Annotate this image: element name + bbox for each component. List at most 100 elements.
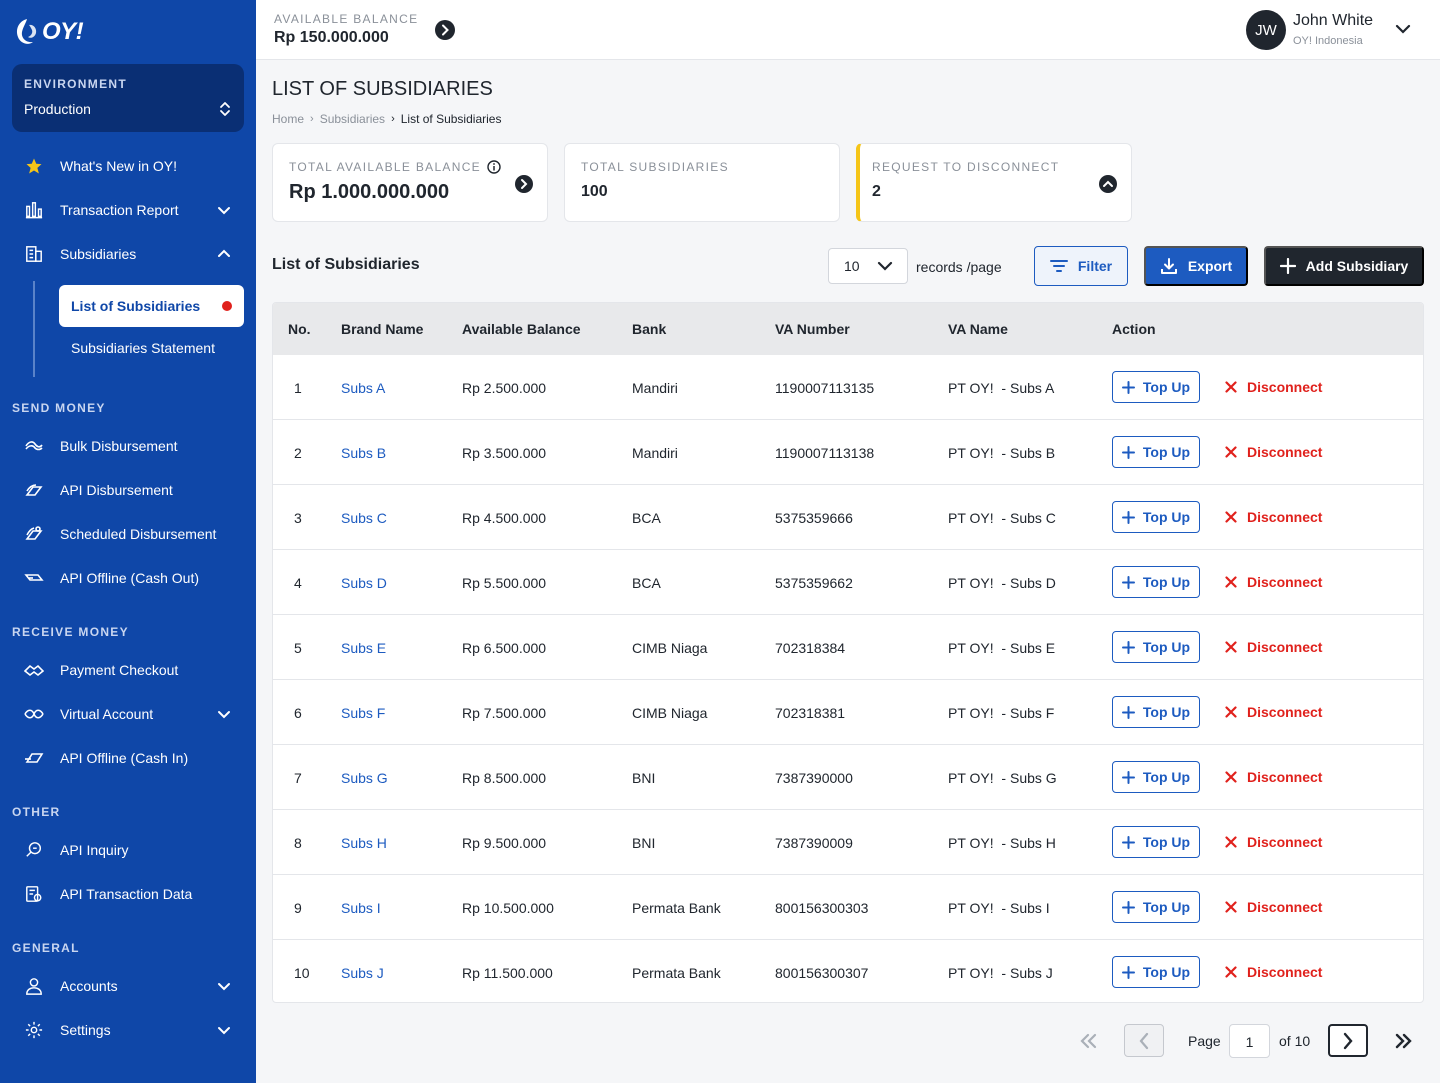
chevron-right-icon: › (310, 113, 314, 125)
table-row: 8 Subs H Rp 9.500.000 BNI 7387390009 PT OY! -… (273, 810, 1423, 875)
brand-name-link[interactable]: Subs I (341, 900, 381, 916)
brand-name-link[interactable]: Subs B (341, 445, 386, 461)
arrow-right-circle-icon[interactable] (435, 20, 455, 40)
plus-icon (1121, 770, 1135, 784)
sidebar-item-label: Subsidiaries (60, 246, 137, 262)
sidebar-item-api-disbursement[interactable]: API Disbursement (0, 468, 256, 512)
top-up-button[interactable]: Top Up (1112, 761, 1200, 793)
sidebar-item-transaction-report[interactable]: Transaction Report (0, 188, 256, 232)
breadcrumb-home[interactable]: Home (272, 112, 304, 126)
sidebar-item-scheduled-disbursement[interactable]: Scheduled Disbursement (0, 512, 256, 556)
add-subsidiary-button[interactable]: Add Subsidiary (1264, 246, 1424, 286)
brand-name-link[interactable]: Subs G (341, 770, 388, 786)
user-name: John White (1293, 12, 1374, 29)
va-name: PT OY! - Subs F (948, 705, 1055, 721)
filter-button-label: Filter (1077, 258, 1113, 274)
top-up-button[interactable]: Top Up (1112, 696, 1200, 728)
top-up-button[interactable]: Top Up (1112, 956, 1200, 988)
disconnect-label: Disconnect (1247, 769, 1323, 785)
sidebar-item-api-transaction-data[interactable]: API Transaction Data (0, 872, 256, 916)
disconnect-button[interactable]: Disconnect (1225, 379, 1322, 395)
close-icon (1225, 446, 1237, 458)
top-up-button[interactable]: Top Up (1112, 826, 1200, 858)
section-general: GENERAL (12, 941, 80, 955)
info-icon[interactable] (487, 160, 501, 174)
last-page-icon[interactable] (1394, 1031, 1414, 1051)
available-balance: Rp 8.500.000 (462, 770, 547, 786)
disconnect-label: Disconnect (1247, 639, 1323, 655)
sidebar-item-virtual-account[interactable]: Virtual Account (0, 692, 256, 736)
top-up-label: Top Up (1142, 444, 1191, 460)
sidebar-item-bulk-disbursement[interactable]: Bulk Disbursement (0, 424, 256, 468)
available-balance: Rp 5.500.000 (462, 575, 547, 591)
page-number-input[interactable]: 1 (1229, 1024, 1270, 1058)
top-up-button[interactable]: Top Up (1112, 436, 1200, 468)
sidebar-item-subsidiaries[interactable]: Subsidiaries (0, 232, 256, 276)
brand-name-link[interactable]: Subs D (341, 575, 387, 591)
top-up-label: Top Up (1142, 704, 1191, 720)
bank-name: BNI (632, 835, 656, 851)
brand-name-link[interactable]: Subs A (341, 380, 385, 396)
sidebar-item-api-inquiry[interactable]: API Inquiry (0, 828, 256, 872)
next-page-button[interactable] (1328, 1024, 1368, 1057)
filter-button[interactable]: Filter (1034, 246, 1128, 286)
brand-name-link[interactable]: Subs H (341, 835, 387, 851)
top-up-button[interactable]: Top Up (1112, 371, 1200, 403)
close-icon (1225, 381, 1237, 393)
plus-icon (1121, 380, 1135, 394)
brand-name-link[interactable]: Subs E (341, 640, 386, 656)
chevron-down-icon (218, 1027, 230, 1035)
sidebar-item-accounts[interactable]: Accounts (0, 964, 256, 1008)
column-header: Brand Name (341, 321, 424, 337)
disconnect-button[interactable]: Disconnect (1225, 444, 1322, 460)
disconnect-button[interactable]: Disconnect (1225, 834, 1322, 850)
disconnect-button[interactable]: Disconnect (1225, 899, 1322, 915)
top-up-button[interactable]: Top Up (1112, 631, 1200, 663)
breadcrumb-subsidiaries[interactable]: Subsidiaries (320, 112, 385, 126)
bank-name: CIMB Niaga (632, 705, 708, 721)
va-number: 702318381 (775, 705, 846, 721)
first-page-icon[interactable] (1078, 1031, 1098, 1051)
available-balance: Rp 4.500.000 (462, 510, 547, 526)
table-row: 2 Subs B Rp 3.500.000 Mandiri 1190007113138 P… (273, 420, 1423, 485)
va-number: 702318384 (775, 640, 846, 656)
brand-name-link[interactable]: Subs J (341, 965, 384, 981)
va-number: 7387390000 (775, 770, 853, 786)
previous-page-button[interactable] (1124, 1024, 1164, 1057)
avatar[interactable]: JW (1246, 10, 1286, 50)
sidebar-subitem-subsidiaries-statement[interactable]: Subsidiaries Statement (71, 340, 215, 356)
records-per-page-label: records /page (916, 259, 1002, 275)
filter-icon (1049, 260, 1068, 272)
sidebar-item-settings[interactable]: Settings (0, 1008, 256, 1052)
bank-name: CIMB Niaga (632, 640, 708, 656)
sidebar-item-whats-new[interactable]: What's New in OY! (0, 144, 256, 188)
disconnect-button[interactable]: Disconnect (1225, 509, 1322, 525)
oy-logo[interactable]: OY! (14, 14, 84, 50)
chevron-up-circle-icon[interactable] (1099, 175, 1117, 193)
brand-name-link[interactable]: Subs C (341, 510, 387, 526)
disconnect-label: Disconnect (1247, 899, 1323, 915)
disconnect-button[interactable]: Disconnect (1225, 574, 1322, 590)
sidebar-subitem-list-of-subsidiaries[interactable]: List of Subsidiaries (59, 285, 244, 327)
top-up-button[interactable]: Top Up (1112, 891, 1200, 923)
sidebar-item-api-offline-cash-in[interactable]: API Offline (Cash In) (0, 736, 256, 780)
disconnect-button[interactable]: Disconnect (1225, 964, 1322, 980)
environment-selector[interactable]: ENVIRONMENT Production (12, 64, 244, 132)
page-size-select[interactable]: 10 (828, 248, 908, 284)
handshake-icon (24, 660, 44, 680)
brand-name-link[interactable]: Subs F (341, 705, 385, 721)
table-row: 7 Subs G Rp 8.500.000 BNI 7387390000 PT OY! -… (273, 745, 1423, 810)
disconnect-button[interactable]: Disconnect (1225, 704, 1322, 720)
inquiry-icon (24, 840, 44, 860)
available-balance: Rp 3.500.000 (462, 445, 547, 461)
chevron-down-icon[interactable] (1394, 22, 1412, 36)
sidebar-item-api-offline-cash-out[interactable]: API Offline (Cash Out) (0, 556, 256, 600)
top-up-button[interactable]: Top Up (1112, 501, 1200, 533)
export-button[interactable]: Export (1144, 246, 1248, 286)
top-up-button[interactable]: Top Up (1112, 566, 1200, 598)
transaction-data-icon (24, 884, 44, 904)
disconnect-button[interactable]: Disconnect (1225, 639, 1322, 655)
sidebar-item-payment-checkout[interactable]: Payment Checkout (0, 648, 256, 692)
arrow-right-circle-icon[interactable] (515, 175, 533, 193)
disconnect-button[interactable]: Disconnect (1225, 769, 1322, 785)
